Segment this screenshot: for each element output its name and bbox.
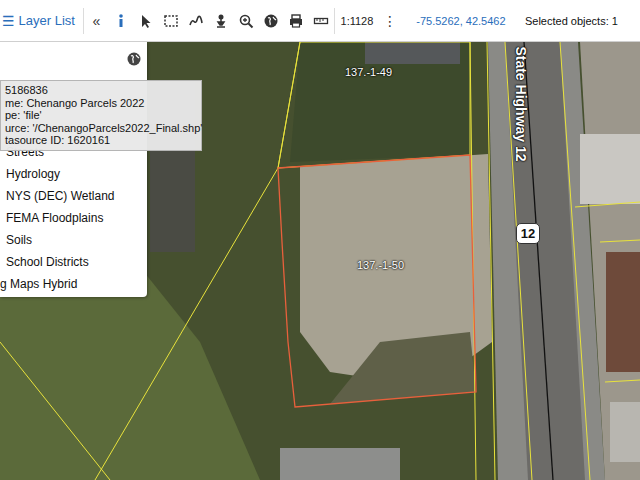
print-button[interactable] — [284, 0, 309, 41]
parcel-outline[interactable] — [278, 42, 470, 168]
coordinates-readout: -75.5262, 42.5462 — [401, 15, 521, 27]
measure-button[interactable] — [309, 0, 334, 41]
toolbar: ☰ Layer List « 1:1128⋮-75.5262, 42.5462Sele… — [0, 0, 640, 42]
divider — [334, 8, 335, 34]
selected-objects: Selected objects: 1 — [521, 15, 640, 27]
parcel-label[interactable]: 137.-1-50 — [357, 259, 404, 271]
freehand-icon — [188, 13, 204, 29]
layer-tooltip: 5186836me: Chenango Parcels 2022pe: 'fil… — [0, 80, 202, 151]
map[interactable]: 137.-1-49 137.-1-50 State Highway 12 12 Stre… — [0, 42, 640, 480]
select-rectangle-icon — [163, 13, 179, 29]
info-icon — [113, 13, 129, 29]
print-icon — [288, 13, 304, 29]
layer-item[interactable]: FEMA Floodplains — [0, 207, 147, 229]
parcel-outline[interactable] — [278, 155, 476, 407]
route-shield: 12 — [516, 223, 540, 244]
collapse-button[interactable]: « — [84, 0, 109, 41]
menu-icon: ☰ — [2, 13, 15, 29]
tooltip-line: urce: '/ChenangoParcels2022_Final.shp' — [5, 122, 197, 135]
layer-item[interactable]: NYS (DEC) Wetland — [0, 185, 147, 207]
freehand-button[interactable] — [184, 0, 209, 41]
layer-list: StreetsHydrologyNYS (DEC) WetlandFEMA Fl… — [0, 141, 147, 295]
layer-list-button[interactable]: ☰ Layer List — [0, 0, 83, 41]
layer-item[interactable]: g Maps Hybrid — [0, 273, 147, 295]
layer-list-label: Layer List — [19, 13, 75, 28]
zoom-icon — [238, 13, 254, 29]
pointer-icon — [138, 13, 154, 29]
tooltip-line: me: Chenango Parcels 2022 — [5, 97, 197, 110]
identify-pin-button[interactable] — [209, 0, 234, 41]
divider — [83, 8, 84, 34]
parcel-label[interactable]: 137.-1-49 — [345, 66, 392, 78]
globe-icon — [126, 51, 142, 67]
tooltip-line: 5186836 — [5, 84, 197, 97]
select-rectangle-button[interactable] — [159, 0, 184, 41]
layer-item[interactable]: School Districts — [0, 251, 147, 273]
measure-icon — [313, 13, 329, 29]
scale-readout: 1:1128 — [335, 15, 379, 27]
more-button[interactable]: ⋮ — [379, 13, 401, 29]
layer-item[interactable]: Soils — [0, 229, 147, 251]
info-button[interactable] — [109, 0, 134, 41]
globe-icon — [263, 13, 279, 29]
pointer-button[interactable] — [134, 0, 159, 41]
road-label: State Highway 12 — [512, 46, 528, 161]
globe-button[interactable] — [259, 0, 284, 41]
tooltip-line: tasource ID: 1620161 — [5, 134, 197, 147]
identify-pin-icon — [213, 13, 229, 29]
tooltip-line: pe: 'file' — [5, 109, 197, 122]
layer-item[interactable]: Hydrology — [0, 163, 147, 185]
zoom-button[interactable] — [234, 0, 259, 41]
